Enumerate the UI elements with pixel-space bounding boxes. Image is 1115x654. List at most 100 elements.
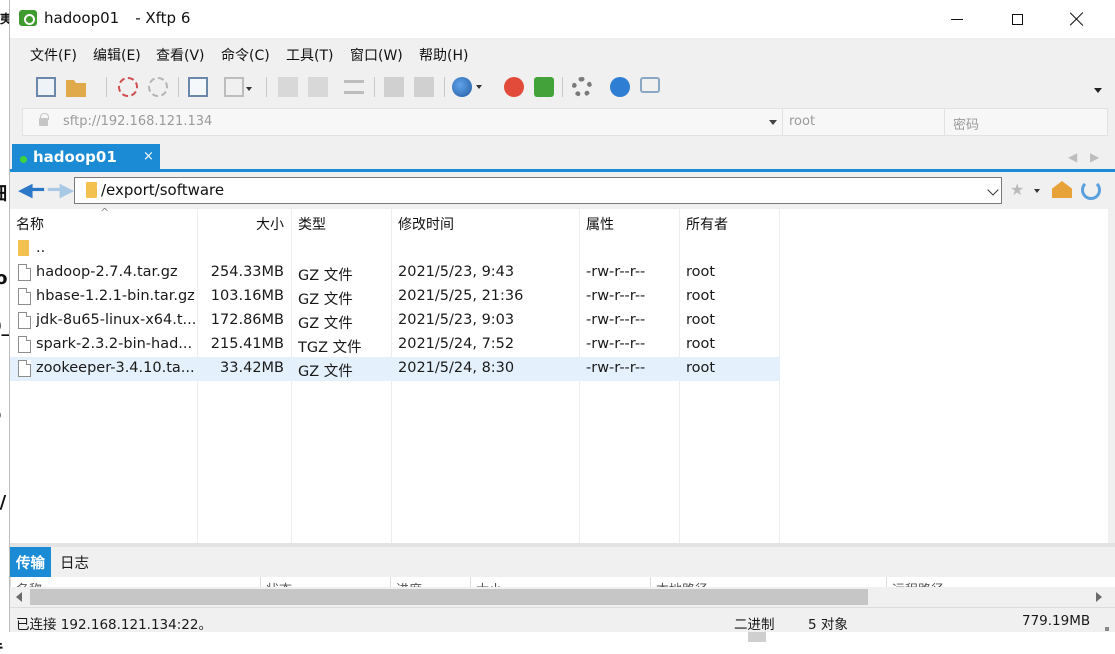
- file-list: 名称 ^ 大小 类型 修改时间 属性 所有者 .. hadoop-2.7.4.ta…: [10, 206, 1108, 543]
- maximize-icon: [1011, 13, 1023, 25]
- toolbar-overflow-icon[interactable]: [1094, 88, 1102, 93]
- menu-edit[interactable]: 编辑(E): [93, 45, 141, 65]
- tab-log[interactable]: 日志: [54, 547, 95, 577]
- bookmark-dropdown-icon[interactable]: [1034, 189, 1040, 193]
- xshell-icon[interactable]: [504, 77, 524, 97]
- file-icon: [18, 288, 31, 305]
- column-header-size[interactable]: 大小: [256, 209, 284, 237]
- menu-command[interactable]: 命令(C): [221, 45, 270, 65]
- upload-icon[interactable]: [278, 77, 298, 97]
- column-divider: [886, 577, 887, 587]
- transfer-column-header[interactable]: 本地路径: [656, 579, 708, 587]
- settings-icon[interactable]: [572, 77, 592, 97]
- menu-tools[interactable]: 工具(T): [286, 45, 333, 65]
- tab-close-icon[interactable]: ×: [143, 149, 154, 164]
- transfer-column-header[interactable]: 远程路径: [892, 579, 944, 587]
- reconnect-icon[interactable]: [148, 77, 168, 97]
- file-row[interactable]: ..: [10, 237, 780, 261]
- column-header-owner[interactable]: 所有者: [686, 209, 728, 237]
- tab-hadoop01[interactable]: hadoop01 ×: [12, 144, 160, 172]
- column-header-type[interactable]: 类型: [298, 209, 326, 237]
- sync-icon[interactable]: [344, 80, 364, 94]
- transfer-column-header[interactable]: 进度: [396, 579, 422, 587]
- file-owner: root: [686, 336, 716, 352]
- file-attributes: -rw-r--r--: [586, 336, 646, 352]
- copy-icon[interactable]: [384, 77, 404, 97]
- lock-icon: [39, 113, 49, 126]
- help-icon[interactable]: [610, 77, 630, 97]
- file-row[interactable]: hadoop-2.7.4.tar.gz 254.33MB GZ 文件 2021/5/2…: [10, 261, 780, 285]
- path-input[interactable]: /export/software: [74, 177, 1002, 204]
- download-icon[interactable]: [308, 77, 328, 97]
- tab-scroll-left-icon[interactable]: ◀: [1068, 150, 1077, 164]
- file-attributes: -rw-r--r--: [586, 360, 646, 376]
- maximize-button[interactable]: [988, 0, 1046, 38]
- file-type: GZ 文件: [298, 364, 353, 380]
- scroll-left-icon[interactable]: [16, 592, 22, 602]
- toolbar-separator: [266, 77, 267, 97]
- file-row[interactable]: hbase-1.2.1-bin.tar.gz 103.16MB GZ 文件 2021/…: [10, 285, 780, 309]
- bottom-tab-bar: 传输 日志: [10, 547, 1115, 577]
- scroll-right-icon[interactable]: [1096, 592, 1102, 602]
- back-arrow-icon[interactable]: ◀━: [18, 181, 44, 200]
- file-attributes: -rw-r--r--: [586, 264, 646, 280]
- bookmark-star-icon[interactable]: ★: [1010, 180, 1024, 199]
- file-size: 172.86MB: [210, 312, 284, 328]
- paste-icon[interactable]: [414, 77, 434, 97]
- file-row[interactable]: zookeeper-3.4.10.ta... 33.42MB GZ 文件 2021/5…: [10, 357, 780, 381]
- open-folder-icon[interactable]: [66, 80, 86, 97]
- tab-scroll-right-icon[interactable]: ▶: [1090, 150, 1099, 164]
- username-input[interactable]: root: [782, 108, 946, 136]
- xftp-icon[interactable]: [534, 77, 554, 97]
- column-divider: [10, 577, 11, 587]
- tab-transfer[interactable]: 传输: [10, 547, 51, 577]
- menu-view[interactable]: 查看(V): [156, 45, 205, 65]
- total-size: 779.19MB: [1022, 613, 1091, 629]
- title-bar[interactable]: hadoop01 - Xftp 6: [10, 0, 1115, 38]
- host-text: sftp://192.168.121.134: [63, 114, 213, 129]
- background-char: jo: [0, 268, 8, 289]
- play-icon[interactable]: [224, 77, 252, 97]
- minimize-button[interactable]: [928, 0, 986, 38]
- xftp-app-icon: [19, 10, 37, 26]
- host-dropdown-icon[interactable]: [769, 120, 777, 125]
- menu-file[interactable]: 文件(F): [30, 45, 77, 65]
- file-size: 33.42MB: [220, 360, 284, 376]
- password-input[interactable]: 密码: [944, 108, 1108, 136]
- file-icon: [18, 336, 31, 353]
- new-tab-icon[interactable]: [188, 77, 208, 97]
- host-input[interactable]: sftp://192.168.121.134: [22, 108, 784, 136]
- column-header-name[interactable]: 名称: [16, 209, 44, 237]
- new-session-icon[interactable]: [36, 77, 56, 97]
- file-name: zookeeper-3.4.10.ta...: [36, 360, 195, 376]
- disconnect-icon[interactable]: [118, 77, 138, 97]
- chat-icon[interactable]: [640, 77, 660, 93]
- transfer-column-header[interactable]: 名称: [16, 579, 42, 587]
- transfer-column-header[interactable]: 状态: [266, 579, 292, 587]
- close-button[interactable]: [1048, 0, 1106, 38]
- transfer-column-header[interactable]: 大小: [476, 579, 502, 587]
- file-row[interactable]: jdk-8u65-linux-x64.t... 172.86MB GZ 文件 2021…: [10, 309, 780, 333]
- menu-help[interactable]: 帮助(H): [419, 45, 468, 65]
- session-title: hadoop01: [44, 9, 120, 27]
- column-header-attr[interactable]: 属性: [586, 209, 614, 237]
- column-header-mtime[interactable]: 修改时间: [398, 209, 454, 237]
- refresh-icon[interactable]: [1081, 180, 1101, 200]
- file-type: TGZ 文件: [298, 340, 362, 356]
- navigation-bar: ◀━ ━▶ /export/software ★: [10, 172, 1115, 208]
- scrollbar-thumb[interactable]: [30, 589, 868, 605]
- forward-arrow-icon[interactable]: ━▶: [48, 181, 74, 200]
- toolbar: [10, 68, 1115, 106]
- menu-window[interactable]: 窗口(W): [350, 45, 403, 65]
- home-icon[interactable]: [1052, 181, 1072, 198]
- background-bottom: [0, 632, 1115, 642]
- globe-icon[interactable]: [452, 77, 482, 97]
- file-row[interactable]: spark-2.3.2-bin-had... 215.41MB TGZ 文件 2021…: [10, 333, 780, 357]
- horizontal-scrollbar[interactable]: [10, 587, 1108, 607]
- file-mtime: 2021/5/23, 9:03: [398, 312, 515, 328]
- file-mtime: 2021/5/25, 21:36: [398, 288, 524, 304]
- close-icon: [1070, 12, 1084, 26]
- path-dropdown-icon[interactable]: [987, 184, 999, 196]
- column-divider: [470, 577, 471, 587]
- resize-grip-icon[interactable]: [1105, 627, 1109, 631]
